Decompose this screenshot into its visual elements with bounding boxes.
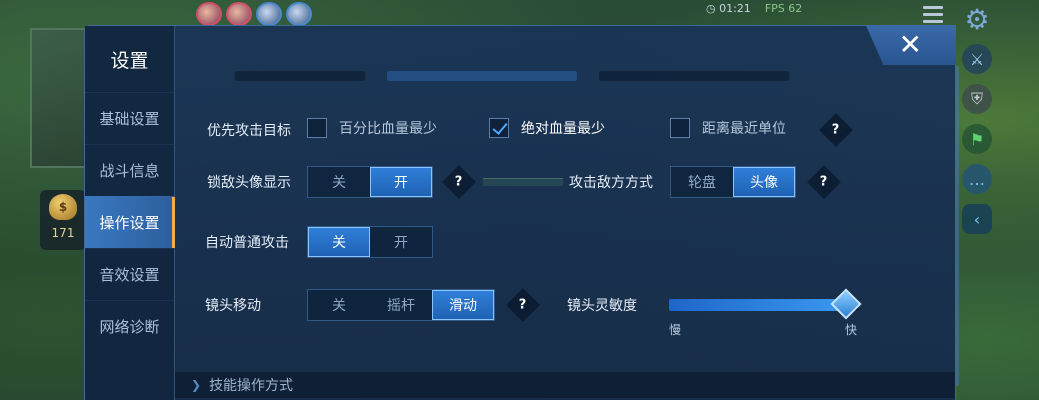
attack-mode-label: 攻击敌方方式 bbox=[569, 175, 653, 191]
help-icon[interactable]: ? bbox=[807, 165, 841, 199]
settings-title: 设置 bbox=[110, 49, 149, 72]
fps-readout: FPS 62 bbox=[764, 2, 803, 15]
gold-panel[interactable]: $ 171 bbox=[40, 190, 86, 250]
camera-move-off[interactable]: 关 bbox=[308, 290, 370, 320]
chevron-right-icon: ❯ bbox=[191, 378, 202, 392]
help-glyph: ? bbox=[519, 297, 527, 313]
camera-sensitivity-label: 镜头灵敏度 bbox=[567, 298, 637, 314]
priority-target-label: 优先攻击目标 bbox=[207, 123, 291, 139]
hero-portrait-row bbox=[196, 2, 312, 26]
sidebar-item-controls[interactable]: 操作设置 bbox=[85, 196, 175, 248]
panel-edge-decoration bbox=[956, 66, 959, 386]
help-glyph: ? bbox=[820, 174, 828, 190]
option-percent-hp-label: 百分比血量最少 bbox=[339, 121, 437, 137]
option-absolute-hp-label: 绝对血量最少 bbox=[521, 121, 605, 137]
camera-move-toggle[interactable]: 关 摇杆 滑动 bbox=[307, 289, 495, 321]
sidebar-item-combat-info[interactable]: 战斗信息 bbox=[85, 144, 174, 196]
option-absolute-hp[interactable]: 绝对血量最少 bbox=[489, 118, 605, 138]
flag-icon[interactable]: ⚑ bbox=[962, 124, 992, 154]
decorative-bar bbox=[483, 178, 563, 186]
status-bar: ◷ 01:21 FPS 62 bbox=[706, 2, 802, 15]
match-timer-text: 01:21 bbox=[719, 2, 751, 15]
gold-amount: 171 bbox=[51, 226, 75, 240]
section-bar bbox=[599, 71, 789, 81]
skill-control-label: 技能操作方式 bbox=[209, 378, 294, 394]
section-tab-bars bbox=[235, 71, 789, 81]
section-bar bbox=[235, 71, 365, 81]
auto-attack-off[interactable]: 关 bbox=[308, 227, 370, 257]
auto-attack-label: 自动普通攻击 bbox=[205, 235, 289, 251]
camera-move-swipe[interactable]: 滑动 bbox=[432, 290, 494, 320]
attack-mode-avatar[interactable]: 头像 bbox=[733, 167, 795, 197]
attack-mode-toggle[interactable]: 轮盘 头像 bbox=[670, 166, 796, 198]
ally-hero-avatar bbox=[286, 2, 312, 26]
sidebar-item-basic[interactable]: 基础设置 bbox=[85, 92, 174, 144]
option-nearest-unit[interactable]: 距离最近单位 bbox=[670, 118, 786, 138]
lock-avatar-off[interactable]: 关 bbox=[308, 167, 370, 197]
slider-fill bbox=[669, 299, 846, 311]
slider-min-label: 慢 bbox=[669, 323, 682, 337]
lock-avatar-toggle[interactable]: 关 开 bbox=[307, 166, 433, 198]
camera-move-joystick[interactable]: 摇杆 bbox=[370, 290, 432, 320]
enemy-hero-avatar bbox=[196, 2, 222, 26]
skill-control-section[interactable]: ❯ 技能操作方式 bbox=[175, 372, 955, 398]
help-icon[interactable]: ? bbox=[819, 113, 853, 147]
option-nearest-unit-label: 距离最近单位 bbox=[702, 121, 786, 137]
help-glyph: ? bbox=[455, 174, 463, 190]
minimap[interactable] bbox=[30, 28, 90, 168]
settings-panel: ✕ 设置 基础设置 战斗信息 操作设置 音效设置 网络诊断 优先攻击目标 百分比… bbox=[84, 25, 959, 400]
checkbox-absolute-hp[interactable] bbox=[489, 118, 509, 138]
slider-handle[interactable] bbox=[830, 288, 862, 320]
help-icon[interactable]: ? bbox=[506, 288, 540, 322]
slider-max-label: 快 bbox=[845, 323, 858, 337]
enemy-hero-avatar bbox=[226, 2, 252, 26]
lock-avatar-on[interactable]: 开 bbox=[370, 167, 432, 197]
help-glyph: ? bbox=[832, 122, 840, 138]
right-action-bar: ⚙ ⚔ ⛨ ⚑ … ‹ bbox=[959, 3, 995, 234]
lock-avatar-label: 锁敌头像显示 bbox=[207, 175, 291, 191]
camera-sensitivity-slider[interactable] bbox=[669, 288, 862, 320]
gear-icon[interactable]: ⚙ bbox=[962, 3, 992, 36]
camera-row: 镜头移动 关 摇杆 滑动 ? 镜头灵敏度 慢 快 bbox=[205, 288, 905, 339]
checkbox-percent-hp[interactable] bbox=[307, 118, 327, 138]
auto-attack-on[interactable]: 开 bbox=[370, 227, 432, 257]
checkbox-nearest-unit[interactable] bbox=[670, 118, 690, 138]
sidebar-item-network[interactable]: 网络诊断 bbox=[85, 300, 174, 352]
sword-icon[interactable]: ⚔ bbox=[962, 44, 992, 74]
match-timer: ◷ 01:21 bbox=[706, 2, 751, 15]
settings-sidebar: 设置 基础设置 战斗信息 操作设置 音效设置 网络诊断 bbox=[85, 26, 175, 400]
ally-hero-avatar bbox=[256, 2, 282, 26]
shield-icon[interactable]: ⛨ bbox=[962, 84, 992, 114]
attack-mode-wheel[interactable]: 轮盘 bbox=[671, 167, 733, 197]
auto-attack-toggle[interactable]: 关 开 bbox=[307, 226, 433, 258]
option-percent-hp[interactable]: 百分比血量最少 bbox=[307, 118, 437, 138]
settings-content: 优先攻击目标 百分比血量最少 绝对血量最少 距离最近单位 ? 锁敌头像显示 关 … bbox=[175, 26, 955, 400]
section-bar bbox=[387, 71, 577, 81]
chevron-left-icon[interactable]: ‹ bbox=[962, 204, 992, 234]
gold-bag-icon: $ bbox=[49, 194, 77, 220]
chat-icon[interactable]: … bbox=[962, 164, 992, 194]
lock-avatar-row: 锁敌头像显示 关 开 ? 攻击敌方方式 轮盘 头像 ? bbox=[207, 165, 907, 199]
sidebar-item-sound[interactable]: 音效设置 bbox=[85, 248, 174, 300]
menu-icon[interactable] bbox=[923, 6, 943, 27]
priority-target-row: 优先攻击目标 百分比血量最少 绝对血量最少 距离最近单位 ? bbox=[207, 113, 867, 147]
auto-attack-row: 自动普通攻击 关 开 bbox=[205, 226, 465, 258]
camera-move-label: 镜头移动 bbox=[205, 298, 261, 314]
help-icon[interactable]: ? bbox=[442, 165, 476, 199]
